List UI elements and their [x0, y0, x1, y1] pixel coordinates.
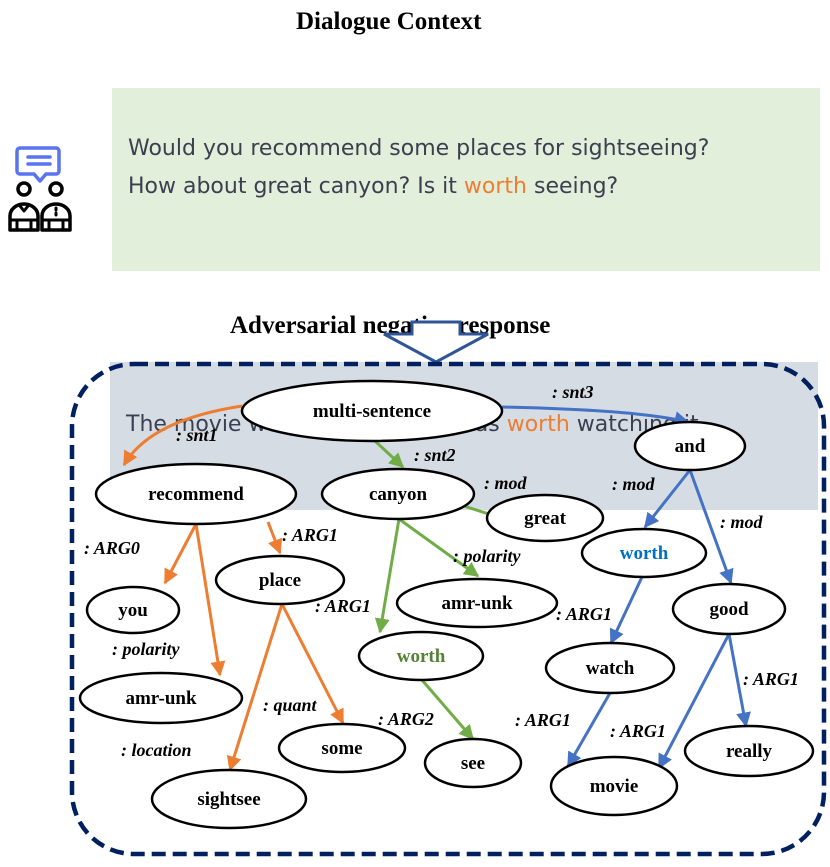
node-worth2: worth — [580, 527, 708, 579]
node-label: good — [709, 599, 749, 620]
node-label: some — [321, 738, 362, 759]
edge-label: : mod — [612, 474, 655, 494]
node-recommend: recommend — [94, 462, 298, 526]
edge-watch-movie — [566, 692, 612, 768]
edge-label: : ARG1 — [315, 596, 371, 616]
edge-label: : snt1 — [176, 425, 218, 445]
node-you: you — [85, 585, 181, 635]
edge-label: : snt2 — [414, 445, 456, 465]
edge-label: : polarity — [453, 546, 522, 566]
edge-label: : ARG1 — [556, 604, 612, 624]
edge-multi-and — [501, 405, 690, 427]
edge-recommend-amrunk1 — [194, 523, 226, 677]
edge-recommend-you — [163, 523, 198, 585]
edge-label: : ARG1 — [515, 710, 571, 730]
edge-label: : location — [121, 740, 192, 760]
node-canyon: canyon — [320, 467, 476, 521]
node-label: place — [259, 570, 301, 591]
edge-place-sightsee — [226, 603, 284, 772]
node-label: worth — [620, 543, 669, 564]
node-sightsee: sightsee — [150, 768, 308, 830]
node-label: and — [675, 436, 706, 457]
edge-label: : ARG0 — [84, 538, 140, 558]
edge-label: : ARG1 — [282, 525, 338, 545]
node-multi: multi-sentence — [240, 379, 504, 443]
node-really: really — [683, 724, 815, 778]
edge-label: : ARG1 — [610, 721, 666, 741]
node-good: good — [671, 582, 787, 636]
node-label: multi-sentence — [313, 401, 431, 422]
node-see: see — [423, 737, 523, 789]
edge-label: : ARG1 — [743, 669, 799, 689]
node-label: movie — [590, 776, 639, 797]
node-label: really — [726, 741, 773, 762]
node-label: canyon — [369, 484, 428, 505]
edge-label: : polarity — [112, 639, 181, 659]
node-label: you — [118, 600, 148, 621]
node-some: some — [277, 722, 407, 774]
edge-label: : ARG2 — [378, 709, 434, 729]
node-worth1: worth — [357, 630, 485, 682]
edge-recommend-place — [266, 521, 283, 555]
node-label: watch — [586, 658, 635, 679]
node-label: sightsee — [197, 789, 260, 810]
amr-graph: multi-sentence recommend you amr-unk place si… — [69, 361, 827, 857]
edge-label: : snt3 — [552, 382, 594, 402]
node-label: worth — [397, 646, 446, 667]
node-label: see — [461, 753, 485, 774]
node-amrunk1: amr-unk — [78, 671, 244, 725]
edge-label: : quant — [263, 695, 318, 715]
edge-worth2-watch — [609, 576, 644, 645]
node-and: and — [633, 420, 747, 472]
node-label: great — [524, 508, 567, 529]
edge-label: : mod — [484, 473, 527, 493]
node-movie: movie — [549, 755, 679, 817]
node-watch: watch — [544, 641, 676, 695]
node-great: great — [485, 493, 605, 543]
edge-multi-canyon — [373, 439, 405, 469]
node-label: amr-unk — [441, 593, 513, 614]
node-amrunk2: amr-unk — [395, 577, 559, 629]
edge-label: : mod — [720, 512, 763, 532]
node-label: amr-unk — [125, 688, 197, 709]
edge-canyon-worth1 — [374, 518, 401, 634]
node-label: recommend — [148, 484, 244, 505]
